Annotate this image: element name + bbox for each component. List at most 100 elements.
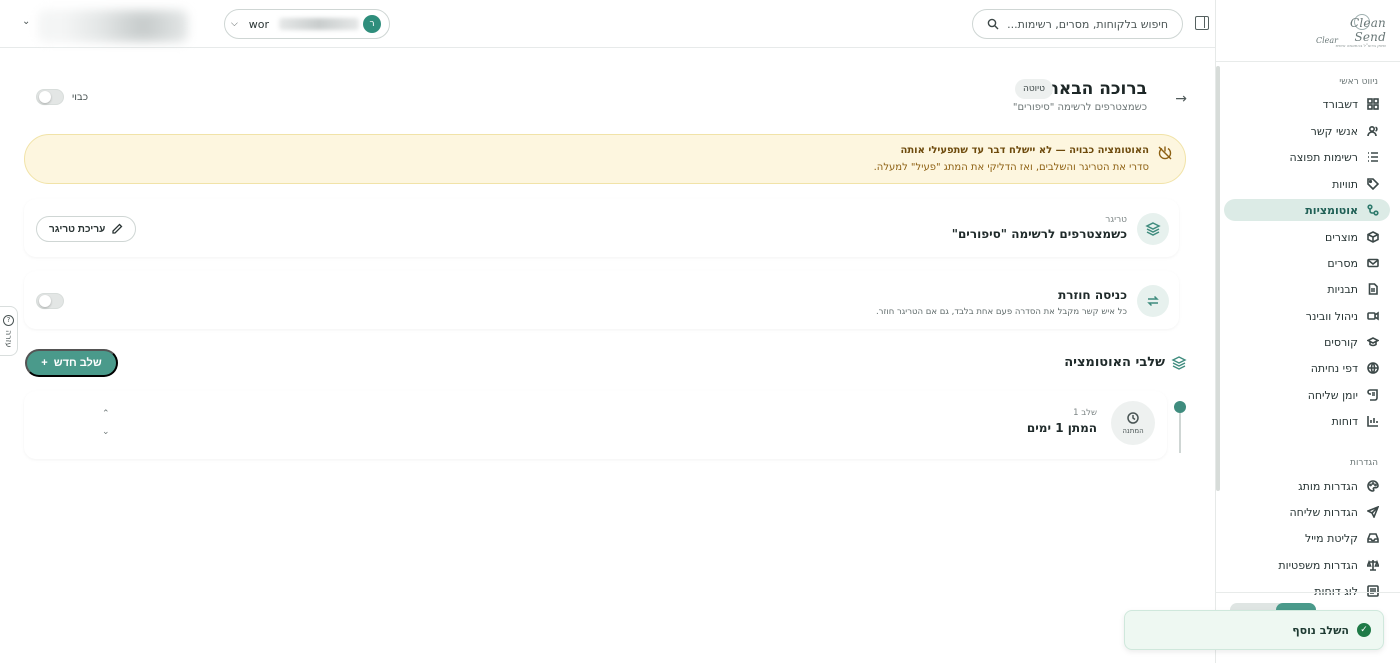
help-tab-label: עזרה bbox=[4, 329, 13, 348]
plus-icon: + bbox=[41, 357, 48, 369]
edit-trigger-label: עריכת טריגר bbox=[49, 223, 106, 235]
toast-notification: ✓ השלב נוסף bbox=[1124, 610, 1384, 650]
sidebar-item-dashboard[interactable]: דשבורד bbox=[1224, 93, 1390, 115]
alert-title: האוטומציה כבויה — לא יישלח דבר עד שתפעיל… bbox=[900, 145, 1149, 156]
sidebar-item-courses[interactable]: קורסים bbox=[1224, 331, 1390, 353]
sidebar-item-send-settings[interactable]: הגדרות שליחה bbox=[1224, 501, 1390, 523]
sidebar-item-label: לוג דוחות bbox=[1314, 584, 1358, 598]
sidebar-item-label: אנשי קשר bbox=[1310, 124, 1358, 138]
reentry-label: כניסה חוזרת bbox=[1058, 288, 1127, 302]
sidebar-item-label: קורסים bbox=[1324, 335, 1358, 349]
sidebar-item-legal-settings[interactable]: הגדרות משפטיות bbox=[1224, 554, 1390, 576]
layers-icon bbox=[1137, 213, 1169, 245]
sidebar-item-brand-settings[interactable]: הגדרות מותג bbox=[1224, 475, 1390, 497]
sidebar-item-messages[interactable]: מסרים bbox=[1224, 252, 1390, 274]
sidebar-item-mail-intake[interactable]: קליטת מייל bbox=[1224, 527, 1390, 549]
graduation-icon bbox=[1366, 335, 1380, 349]
logo-tagline: שיווק בדוא"ל בהתאמה אישית bbox=[1335, 43, 1386, 48]
timeline-line bbox=[1179, 413, 1181, 453]
sidebar-item-webinars[interactable]: ניהול וובינר bbox=[1224, 305, 1390, 327]
video-icon bbox=[1366, 309, 1380, 323]
active-toggle-label: כבוי bbox=[72, 91, 89, 103]
sidebar-item-tags[interactable]: תוויות bbox=[1224, 173, 1390, 195]
globe-icon bbox=[1366, 361, 1380, 375]
toast-message: השלב נוסף bbox=[1292, 623, 1349, 637]
help-icon: ? bbox=[3, 314, 14, 326]
step-card[interactable]: המתנה שלב 1 המתן 1 ימים ⌃ ⌄ bbox=[24, 391, 1167, 459]
search-icon bbox=[987, 18, 999, 30]
step-number: שלב 1 bbox=[1073, 408, 1097, 418]
sidebar-item-contacts[interactable]: אנשי קשר bbox=[1224, 120, 1390, 142]
sidebar-item-label: דוחות bbox=[1331, 414, 1358, 428]
sidebar-scrollbar[interactable] bbox=[1216, 66, 1220, 491]
active-toggle[interactable] bbox=[36, 89, 64, 105]
mail-icon bbox=[1366, 256, 1380, 270]
scroll-icon bbox=[1366, 388, 1380, 402]
chevron-down-icon[interactable]: ⌄ bbox=[22, 16, 30, 27]
account-name-redacted bbox=[279, 18, 359, 30]
sidebar-item-report-log[interactable]: לוג דוחות bbox=[1224, 580, 1390, 602]
sidebar-item-label: הגדרות שליחה bbox=[1289, 505, 1358, 519]
sidebar-item-label: אוטומציות bbox=[1305, 203, 1358, 217]
sidebar-item-send-log[interactable]: יומן שליחה bbox=[1224, 384, 1390, 406]
sidebar-item-lists[interactable]: רשימות תפוצה bbox=[1224, 146, 1390, 168]
new-step-label: שלב חדש bbox=[53, 357, 102, 369]
sidebar-item-label: יומן שליחה bbox=[1307, 388, 1358, 402]
search-placeholder: חיפוש בלקוחות, מסרים, רשימות... bbox=[1007, 17, 1168, 31]
account-switcher[interactable]: ר wor ⌵ bbox=[224, 9, 390, 39]
layers-icon bbox=[1171, 356, 1187, 370]
sidebar-item-label: רשימות תפוצה bbox=[1289, 150, 1358, 164]
sidebar-item-label: ניהול וובינר bbox=[1305, 309, 1358, 323]
sidebar-item-products[interactable]: מוצרים bbox=[1224, 226, 1390, 248]
active-toggle-wrap: כבוי bbox=[36, 89, 88, 105]
sidebar-item-label: תוויות bbox=[1332, 177, 1358, 191]
tag-icon bbox=[1366, 177, 1380, 191]
new-step-button[interactable]: שלב חדש + bbox=[25, 349, 118, 377]
sidebar-item-automations[interactable]: אוטומציות bbox=[1224, 199, 1390, 221]
sidebar-item-label: קליטת מייל bbox=[1304, 531, 1358, 545]
topbar: חיפוש בלקוחות, מסרים, רשימות... ר wor ⌵ … bbox=[0, 0, 1215, 48]
redacted-area bbox=[38, 10, 188, 42]
log-icon bbox=[1366, 584, 1380, 598]
timeline-dot bbox=[1174, 401, 1186, 413]
repeat-icon bbox=[1137, 285, 1169, 317]
send-icon bbox=[1366, 505, 1380, 519]
sidebar-item-templates[interactable]: תבניות bbox=[1224, 278, 1390, 300]
status-badge: טיוטה bbox=[1014, 79, 1053, 99]
chevron-down-icon[interactable]: ⌄ bbox=[102, 427, 110, 437]
panel-toggle-icon[interactable] bbox=[1195, 16, 1209, 30]
sidebar-divider bbox=[1216, 61, 1400, 62]
help-tab[interactable]: ? עזרה bbox=[0, 306, 18, 356]
alert-body: סדרי את הטריגר והשלבים, ואז הדליקי את המ… bbox=[873, 162, 1149, 173]
sidebar-item-landing-pages[interactable]: דפי נחיתה bbox=[1224, 357, 1390, 379]
chevron-up-icon[interactable]: ⌃ bbox=[102, 409, 110, 419]
account-name: wor bbox=[248, 17, 269, 31]
step-icon-caption: המתנה bbox=[1122, 426, 1144, 435]
trigger-card: טריגר כשמצטרפים לרשימה "סיפורים" עריכת ט… bbox=[24, 199, 1179, 257]
sidebar-item-label: מוצרים bbox=[1325, 230, 1358, 244]
logo[interactable]: Clean Send Clear שיווק בדוא"ל בהתאמה איש… bbox=[1316, 14, 1386, 50]
nav-section-settings: הגדרות bbox=[1350, 458, 1378, 468]
reentry-card: כניסה חוזרת כל איש קשר מקבל את הסדרה פעם… bbox=[24, 271, 1179, 329]
step-icon: המתנה bbox=[1111, 401, 1155, 445]
sidebar-item-label: הגדרות משפטיות bbox=[1278, 558, 1358, 572]
grid-icon bbox=[1366, 97, 1380, 111]
power-off-icon bbox=[1158, 146, 1172, 160]
sidebar-item-reports[interactable]: דוחות bbox=[1224, 410, 1390, 432]
sidebar-item-label: דפי נחיתה bbox=[1310, 361, 1358, 375]
steps-title: שלבי האוטומציה bbox=[1064, 355, 1165, 370]
sidebar: Clean Send Clear שיווק בדוא"ל בהתאמה איש… bbox=[1215, 0, 1400, 663]
edit-trigger-button[interactable]: עריכת טריגר bbox=[36, 216, 137, 242]
sidebar-item-label: הגדרות מותג bbox=[1298, 479, 1358, 493]
chevron-down-icon: ⌵ bbox=[231, 19, 238, 29]
search-input[interactable]: חיפוש בלקוחות, מסרים, רשימות... bbox=[972, 9, 1183, 39]
box-icon bbox=[1366, 230, 1380, 244]
users-icon bbox=[1366, 124, 1380, 138]
trigger-value: כשמצטרפים לרשימה "סיפורים" bbox=[951, 227, 1127, 241]
inbox-icon bbox=[1366, 531, 1380, 545]
reentry-toggle[interactable] bbox=[36, 293, 64, 309]
back-arrow-icon[interactable]: → bbox=[1175, 91, 1187, 107]
sidebar-item-label: תבניות bbox=[1327, 282, 1358, 296]
bar-chart-icon bbox=[1366, 414, 1380, 428]
clock-icon bbox=[1127, 411, 1139, 424]
